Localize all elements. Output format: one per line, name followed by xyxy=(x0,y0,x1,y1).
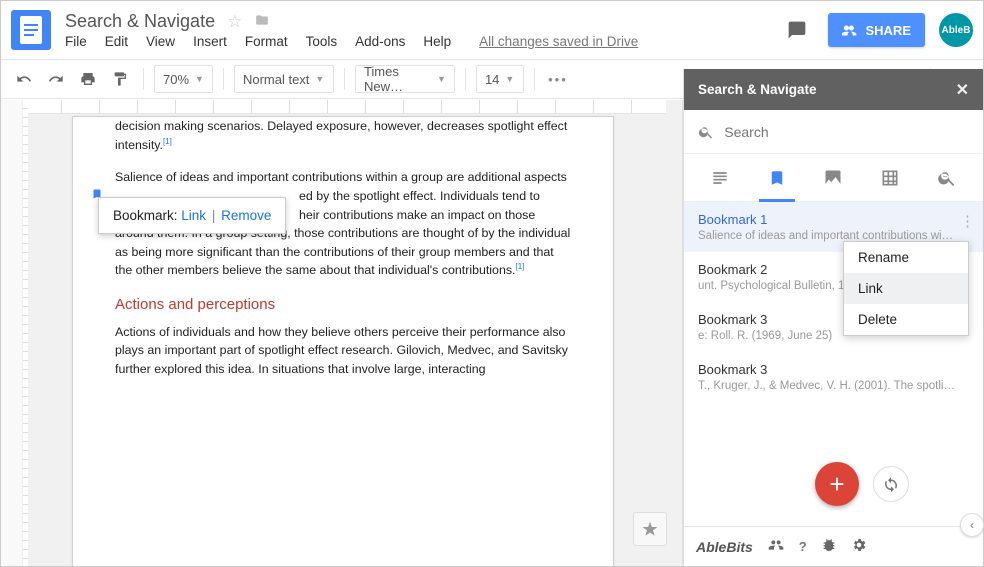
menu-edit[interactable]: Edit xyxy=(105,34,128,49)
fontsize-dropdown[interactable]: 14▼ xyxy=(476,65,524,93)
more-icon[interactable]: ••• xyxy=(545,66,571,92)
menu-format[interactable]: Format xyxy=(245,34,288,49)
vertical-ruler[interactable] xyxy=(23,100,28,566)
bookmark-context-menu: Rename Link Delete xyxy=(843,241,969,336)
zoom-dropdown[interactable]: 70%▼ xyxy=(154,65,213,93)
paint-format-icon[interactable] xyxy=(107,66,133,92)
menu-view[interactable]: View xyxy=(146,34,175,49)
panel-footer: AbleBits ? xyxy=(684,526,983,566)
print-icon[interactable] xyxy=(75,66,101,92)
search-icon xyxy=(698,123,714,141)
comments-icon[interactable] xyxy=(780,13,814,47)
document-title[interactable]: Search & Navigate xyxy=(65,11,215,32)
menu-addons[interactable]: Add-ons xyxy=(355,34,405,49)
menu-file[interactable]: File xyxy=(65,34,87,49)
tab-bookmarks[interactable] xyxy=(749,154,806,201)
bookmark-label: Bookmark: xyxy=(113,208,181,223)
move-folder-icon[interactable] xyxy=(254,12,270,32)
redo-icon[interactable] xyxy=(43,66,69,92)
bookmarked-line: Salience of ideas and important contribu… xyxy=(115,170,567,184)
document-canvas: decision making scenarios. Delayed expos… xyxy=(1,100,683,566)
panel-tabs xyxy=(684,154,983,202)
undo-icon[interactable] xyxy=(11,66,37,92)
menu-help[interactable]: Help xyxy=(423,34,451,49)
collapse-side-panel-icon[interactable]: ‹ xyxy=(960,513,984,537)
horizontal-ruler[interactable] xyxy=(23,100,666,114)
add-bookmark-button[interactable]: + xyxy=(815,462,859,506)
help-icon[interactable]: ? xyxy=(799,539,807,554)
bookmark-link[interactable]: Link xyxy=(181,208,206,223)
search-input[interactable] xyxy=(724,124,969,140)
document-page[interactable]: decision making scenarios. Delayed expos… xyxy=(72,116,614,566)
tab-search[interactable] xyxy=(918,154,975,201)
ctx-delete[interactable]: Delete xyxy=(844,304,968,335)
refresh-button[interactable] xyxy=(873,466,909,502)
section-heading: Actions and perceptions xyxy=(115,294,571,317)
bookmark-item[interactable]: Bookmark 3 T., Kruger, J., & Medvec, V. … xyxy=(684,352,983,402)
ctx-rename[interactable]: Rename xyxy=(844,242,968,273)
bug-icon[interactable] xyxy=(821,537,837,556)
google-docs-icon[interactable] xyxy=(11,10,51,50)
bookmark-remove[interactable]: Remove xyxy=(221,208,271,223)
account-avatar[interactable]: AbleB xyxy=(939,13,973,47)
page-gutter xyxy=(1,100,23,566)
settings-icon[interactable] xyxy=(851,537,867,556)
explore-button[interactable] xyxy=(633,512,667,546)
font-dropdown[interactable]: Times New…▼ xyxy=(355,65,455,93)
menu-tools[interactable]: Tools xyxy=(306,34,338,49)
menu-bar: File Edit View Insert Format Tools Add-o… xyxy=(65,34,772,49)
menu-insert[interactable]: Insert xyxy=(193,34,227,49)
panel-title: Search & Navigate xyxy=(698,82,817,97)
tab-tables[interactable] xyxy=(862,154,919,201)
panel-search-row xyxy=(684,110,983,154)
tab-images[interactable] xyxy=(805,154,862,201)
style-dropdown[interactable]: Normal text▼ xyxy=(234,65,334,93)
tab-headings[interactable] xyxy=(692,154,749,201)
share-button[interactable]: SHARE xyxy=(828,13,925,47)
bookmark-popup: Bookmark: Link | Remove xyxy=(98,197,286,234)
bookmark-more-icon[interactable]: ⋮ xyxy=(960,212,975,230)
ctx-link[interactable]: Link xyxy=(844,273,968,304)
save-status[interactable]: All changes saved in Drive xyxy=(479,34,638,49)
star-icon[interactable]: ☆ xyxy=(227,12,242,32)
team-icon[interactable] xyxy=(767,537,785,556)
close-icon[interactable]: ✕ xyxy=(956,80,969,100)
brand-label[interactable]: AbleBits xyxy=(696,539,753,555)
share-label: SHARE xyxy=(865,23,911,38)
